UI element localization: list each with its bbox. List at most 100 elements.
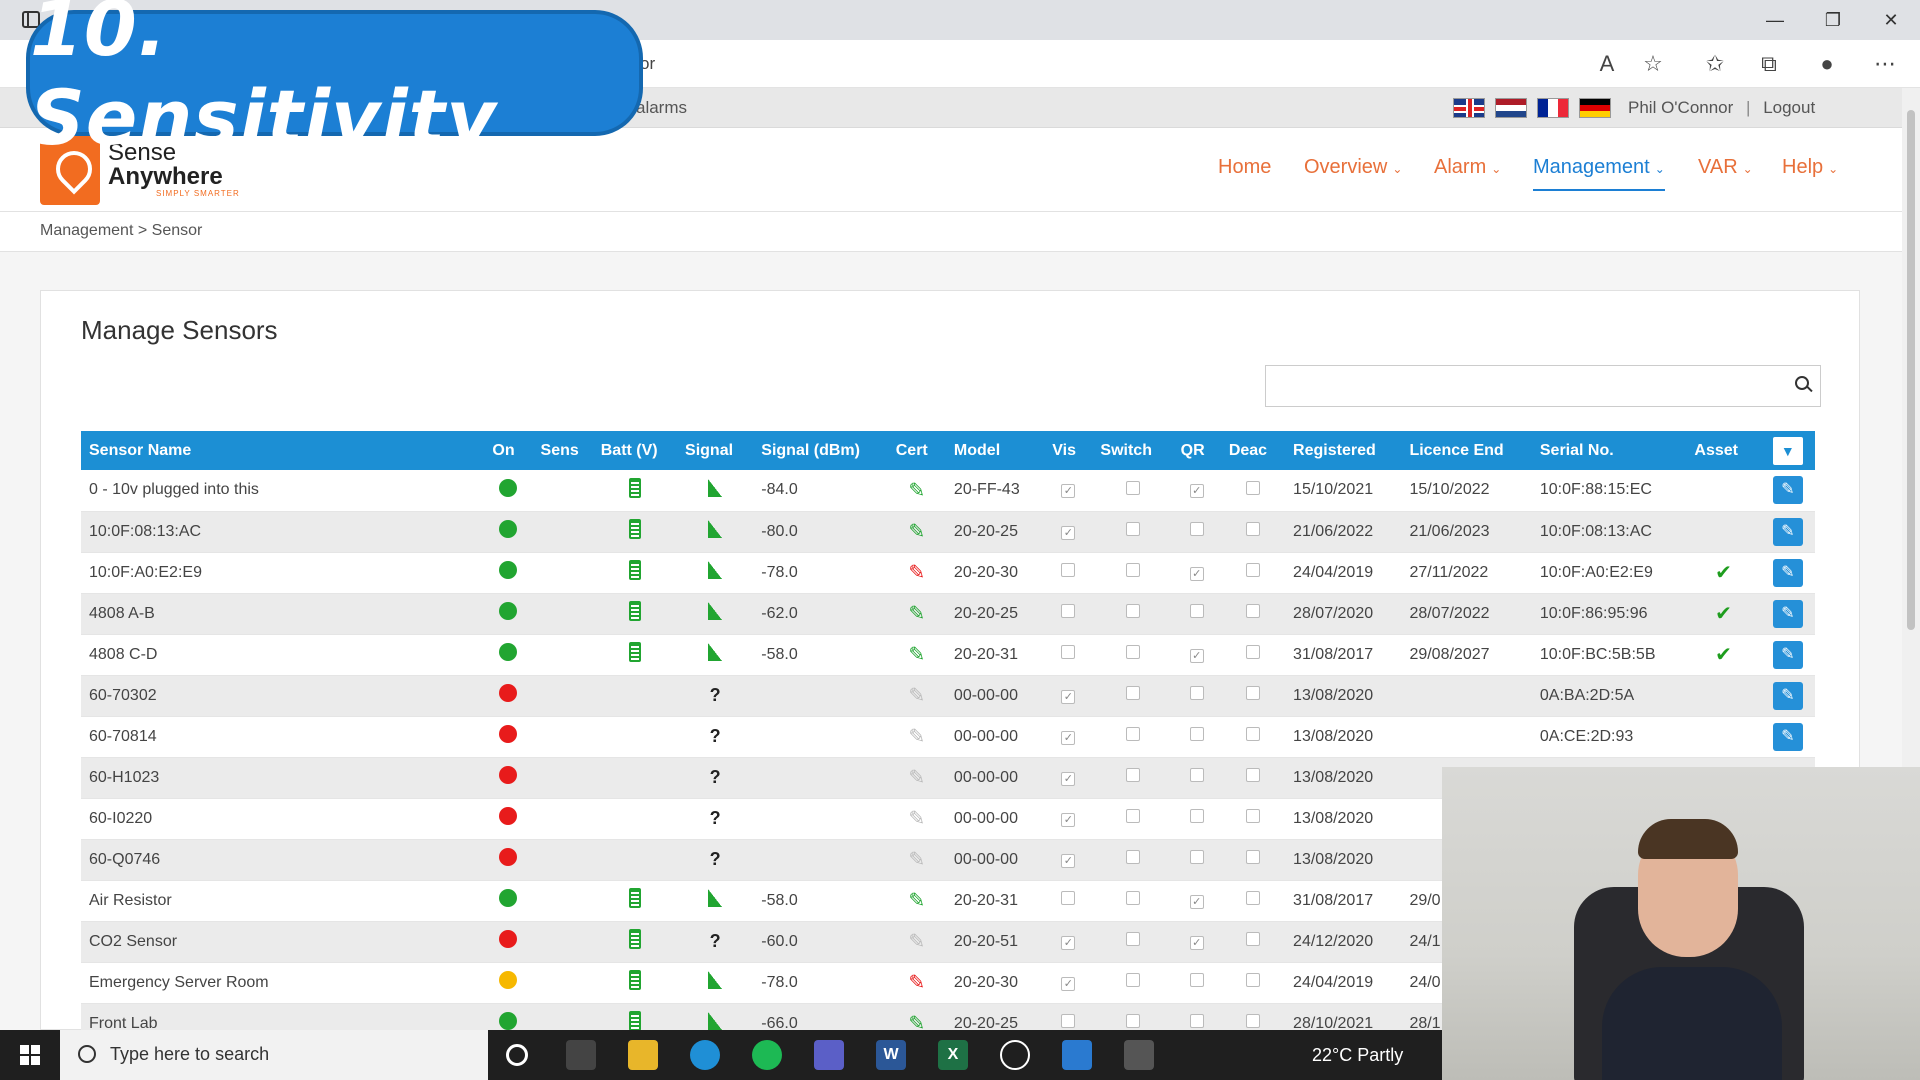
table-row[interactable]: 10:0F:A0:E2:E9 -78.0 ✎ 20-20-30 ✓ 24/04/2019 2… (81, 552, 1815, 594)
deac-checkbox[interactable] (1245, 727, 1260, 741)
col-registered[interactable]: Registered (1285, 431, 1402, 470)
scrollbar-thumb[interactable] (1907, 110, 1915, 630)
certificate-icon[interactable]: ✎ (908, 890, 925, 912)
search-input[interactable] (1265, 365, 1821, 407)
switch-checkbox[interactable] (1125, 522, 1140, 536)
search-icon[interactable] (1791, 372, 1817, 398)
vis-checkbox[interactable] (1061, 604, 1076, 618)
deac-checkbox[interactable] (1245, 480, 1260, 495)
certificate-icon[interactable]: ✎ (908, 726, 925, 748)
deac-checkbox[interactable] (1245, 809, 1260, 823)
favorites-icon[interactable]: ✩ (1700, 49, 1730, 79)
vis-checkbox[interactable]: ✓ (1061, 484, 1076, 499)
vis-checkbox[interactable]: ✓ (1061, 935, 1076, 950)
more-menu-icon[interactable]: ⋯ (1870, 49, 1900, 79)
certificate-icon[interactable]: ✎ (908, 562, 925, 584)
qr-checkbox[interactable]: ✓ (1189, 484, 1204, 499)
vis-checkbox[interactable] (1061, 891, 1076, 905)
qr-checkbox[interactable] (1189, 850, 1204, 864)
photos-icon[interactable] (1062, 1040, 1092, 1070)
add-favorite-icon[interactable]: ☆ (1638, 49, 1668, 79)
edit-pencil-icon[interactable]: ✎ (1772, 476, 1803, 505)
spotify-icon[interactable] (752, 1040, 782, 1070)
col-deac[interactable]: Deac (1220, 431, 1286, 470)
vis-checkbox[interactable] (1061, 563, 1076, 577)
windows-start-icon[interactable] (20, 1045, 40, 1065)
switch-checkbox[interactable] (1125, 932, 1140, 946)
certificate-icon[interactable]: ✎ (908, 521, 925, 543)
col-sens[interactable]: Sens (532, 431, 593, 470)
edit-pencil-icon[interactable]: ✎ (1772, 517, 1803, 546)
table-row[interactable]: 10:0F:08:13:AC -80.0 ✎ 20-20-25 ✓ 21/06/2022 2… (81, 511, 1815, 553)
teams-icon[interactable] (814, 1040, 844, 1070)
logout-link[interactable]: Logout (1763, 98, 1815, 117)
sensor-name-cell[interactable]: 60-70814 (81, 716, 485, 758)
certificate-icon[interactable]: ✎ (908, 603, 925, 625)
certificate-icon[interactable]: ✎ (908, 849, 925, 871)
qr-checkbox[interactable] (1189, 1014, 1204, 1028)
flag-de-icon[interactable] (1579, 98, 1611, 118)
deac-checkbox[interactable] (1245, 604, 1260, 618)
edit-pencil-icon[interactable]: ✎ (1772, 640, 1803, 669)
switch-checkbox[interactable] (1125, 604, 1140, 618)
switch-checkbox[interactable] (1125, 645, 1140, 659)
flag-fr-icon[interactable] (1537, 98, 1569, 118)
qr-checkbox[interactable] (1189, 809, 1204, 823)
edit-pencil-icon[interactable]: ✎ (1772, 599, 1803, 628)
certificate-icon[interactable]: ✎ (908, 808, 925, 830)
col-licence-end[interactable]: Licence End (1401, 431, 1532, 470)
col-on[interactable]: On (484, 431, 533, 470)
nav-overview[interactable]: Overview ⌄ (1304, 156, 1402, 179)
sensor-name-cell[interactable]: 10:0F:08:13:AC (81, 511, 485, 553)
sensor-name-cell[interactable]: 60-Q0746 (81, 839, 485, 881)
switch-checkbox[interactable] (1125, 891, 1140, 905)
sensor-name-cell[interactable]: 60-70302 (81, 675, 485, 717)
sensor-name-cell[interactable]: Air Resistor (81, 880, 485, 922)
weather-widget[interactable]: 22°C Partly (1312, 1045, 1403, 1066)
col-sensor-name[interactable]: Sensor Name (81, 431, 485, 470)
qr-checkbox[interactable]: ✓ (1189, 648, 1204, 663)
switch-checkbox[interactable] (1125, 973, 1140, 987)
nav-home[interactable]: Home (1218, 156, 1271, 179)
qr-checkbox[interactable] (1189, 522, 1204, 536)
camera-icon[interactable] (1124, 1040, 1154, 1070)
col-switch[interactable]: Switch (1092, 431, 1173, 470)
flag-nl-icon[interactable] (1495, 98, 1527, 118)
vis-checkbox[interactable]: ✓ (1061, 853, 1076, 868)
task-view-icon[interactable] (566, 1040, 596, 1070)
vis-checkbox[interactable]: ✓ (1061, 812, 1076, 827)
alarms-link[interactable]: alarms (636, 98, 687, 118)
vis-checkbox[interactable]: ✓ (1061, 976, 1076, 991)
file-explorer-icon[interactable] (628, 1040, 658, 1070)
switch-checkbox[interactable] (1125, 686, 1140, 700)
breadcrumb-management[interactable]: Management (40, 222, 133, 239)
vis-checkbox[interactable]: ✓ (1061, 525, 1076, 540)
switch-checkbox[interactable] (1125, 1014, 1140, 1028)
deac-checkbox[interactable] (1245, 768, 1260, 782)
sensor-name-cell[interactable]: Emergency Server Room (81, 962, 485, 1004)
col-model[interactable]: Model (945, 431, 1045, 470)
deac-checkbox[interactable] (1245, 686, 1260, 700)
qr-checkbox[interactable] (1189, 604, 1204, 618)
sensor-name-cell[interactable]: 0 - 10v plugged into this (81, 470, 485, 512)
qr-checkbox[interactable] (1189, 686, 1204, 700)
address-bar[interactable]: or (580, 48, 1630, 80)
certificate-icon[interactable]: ✎ (908, 931, 925, 953)
sensor-name-cell[interactable]: 60-H1023 (81, 757, 485, 799)
col-vis[interactable]: Vis (1044, 431, 1093, 470)
switch-checkbox[interactable] (1125, 727, 1140, 741)
qr-checkbox[interactable] (1189, 768, 1204, 782)
qr-checkbox[interactable] (1189, 727, 1204, 741)
clock-app-icon[interactable] (1000, 1040, 1030, 1070)
table-row[interactable]: 0 - 10v plugged into this -84.0 ✎ 20-FF-43 ✓… (81, 470, 1815, 512)
certificate-icon[interactable]: ✎ (908, 644, 925, 666)
deac-checkbox[interactable] (1245, 1014, 1260, 1028)
col-cert[interactable]: Cert (887, 431, 946, 470)
filter-icon[interactable]: ▼ (1772, 436, 1803, 465)
nav-management[interactable]: Management ⌄ (1533, 156, 1665, 191)
sensor-name-cell[interactable]: 4808 A-B (81, 593, 485, 635)
edit-pencil-icon[interactable]: ✎ (1772, 722, 1803, 751)
qr-checkbox[interactable] (1189, 973, 1204, 987)
switch-checkbox[interactable] (1125, 850, 1140, 864)
deac-checkbox[interactable] (1245, 563, 1260, 577)
